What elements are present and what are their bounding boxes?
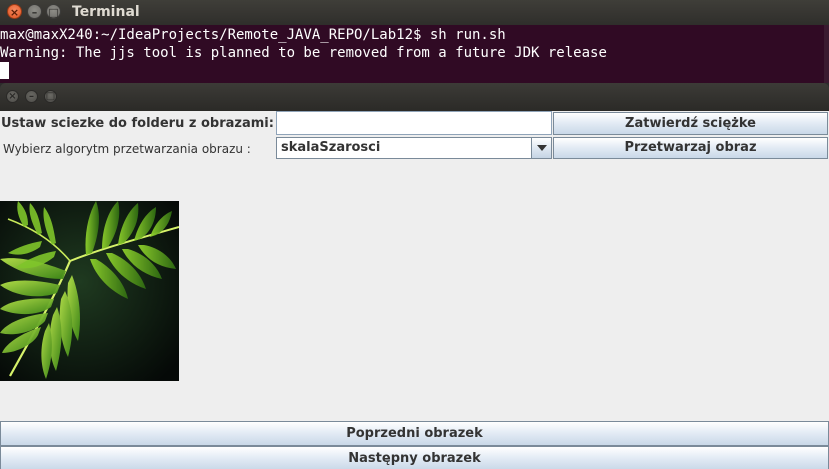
terminal-cursor — [0, 62, 9, 79]
image-preview — [0, 201, 179, 381]
algorithm-selected-value: skalaSzarosci — [281, 140, 381, 155]
algorithm-select[interactable]: skalaSzarosci — [276, 137, 552, 159]
algorithm-dropdown-button[interactable] — [531, 138, 551, 158]
terminal-title: Terminal — [72, 4, 140, 20]
previous-image-button[interactable]: Poprzedni obrazek — [0, 421, 829, 446]
app-maximize-button[interactable]: □ — [44, 90, 57, 103]
maximize-icon: □ — [45, 91, 56, 102]
terminal-close-button[interactable]: × — [7, 4, 22, 19]
process-image-button[interactable]: Przetwarzaj obraz — [553, 137, 828, 159]
algorithm-label: Wybierz algorytm przetwarzania obrazu : — [3, 142, 251, 156]
terminal-line-warning: Warning: The jjs tool is planned to be r… — [0, 45, 607, 61]
terminal-scrollbar[interactable] — [824, 25, 829, 83]
app-content: Ustaw sciezke do folderu z obrazami: Zat… — [0, 111, 829, 469]
dropdown-arrow-icon — [537, 145, 547, 151]
terminal-titlebar[interactable]: × – □ Terminal — [0, 0, 829, 26]
path-input[interactable] — [276, 111, 552, 135]
maximize-icon: □ — [48, 6, 59, 19]
terminal-output[interactable]: max@maxX240:~/IdeaProjects/Remote_JAVA_R… — [0, 25, 829, 83]
minimize-icon: – — [31, 6, 38, 19]
fern-image — [0, 201, 179, 381]
minimize-icon: – — [29, 91, 34, 102]
terminal-line-command: max@maxX240:~/IdeaProjects/Remote_JAVA_R… — [0, 27, 506, 43]
app-titlebar[interactable]: × – □ — [0, 83, 829, 111]
app-close-button[interactable]: × — [6, 90, 19, 103]
confirm-path-button[interactable]: Zatwierdź sciężke — [553, 112, 828, 135]
path-label: Ustaw sciezke do folderu z obrazami: — [1, 116, 274, 131]
close-icon: × — [9, 6, 20, 19]
close-icon: × — [8, 91, 17, 102]
app-minimize-button[interactable]: – — [25, 90, 38, 103]
terminal-maximize-button[interactable]: □ — [46, 4, 61, 19]
terminal-minimize-button[interactable]: – — [27, 4, 42, 19]
screen: × – □ Terminal max@maxX240:~/IdeaProject… — [0, 0, 829, 469]
next-image-button[interactable]: Następny obrazek — [0, 446, 829, 469]
